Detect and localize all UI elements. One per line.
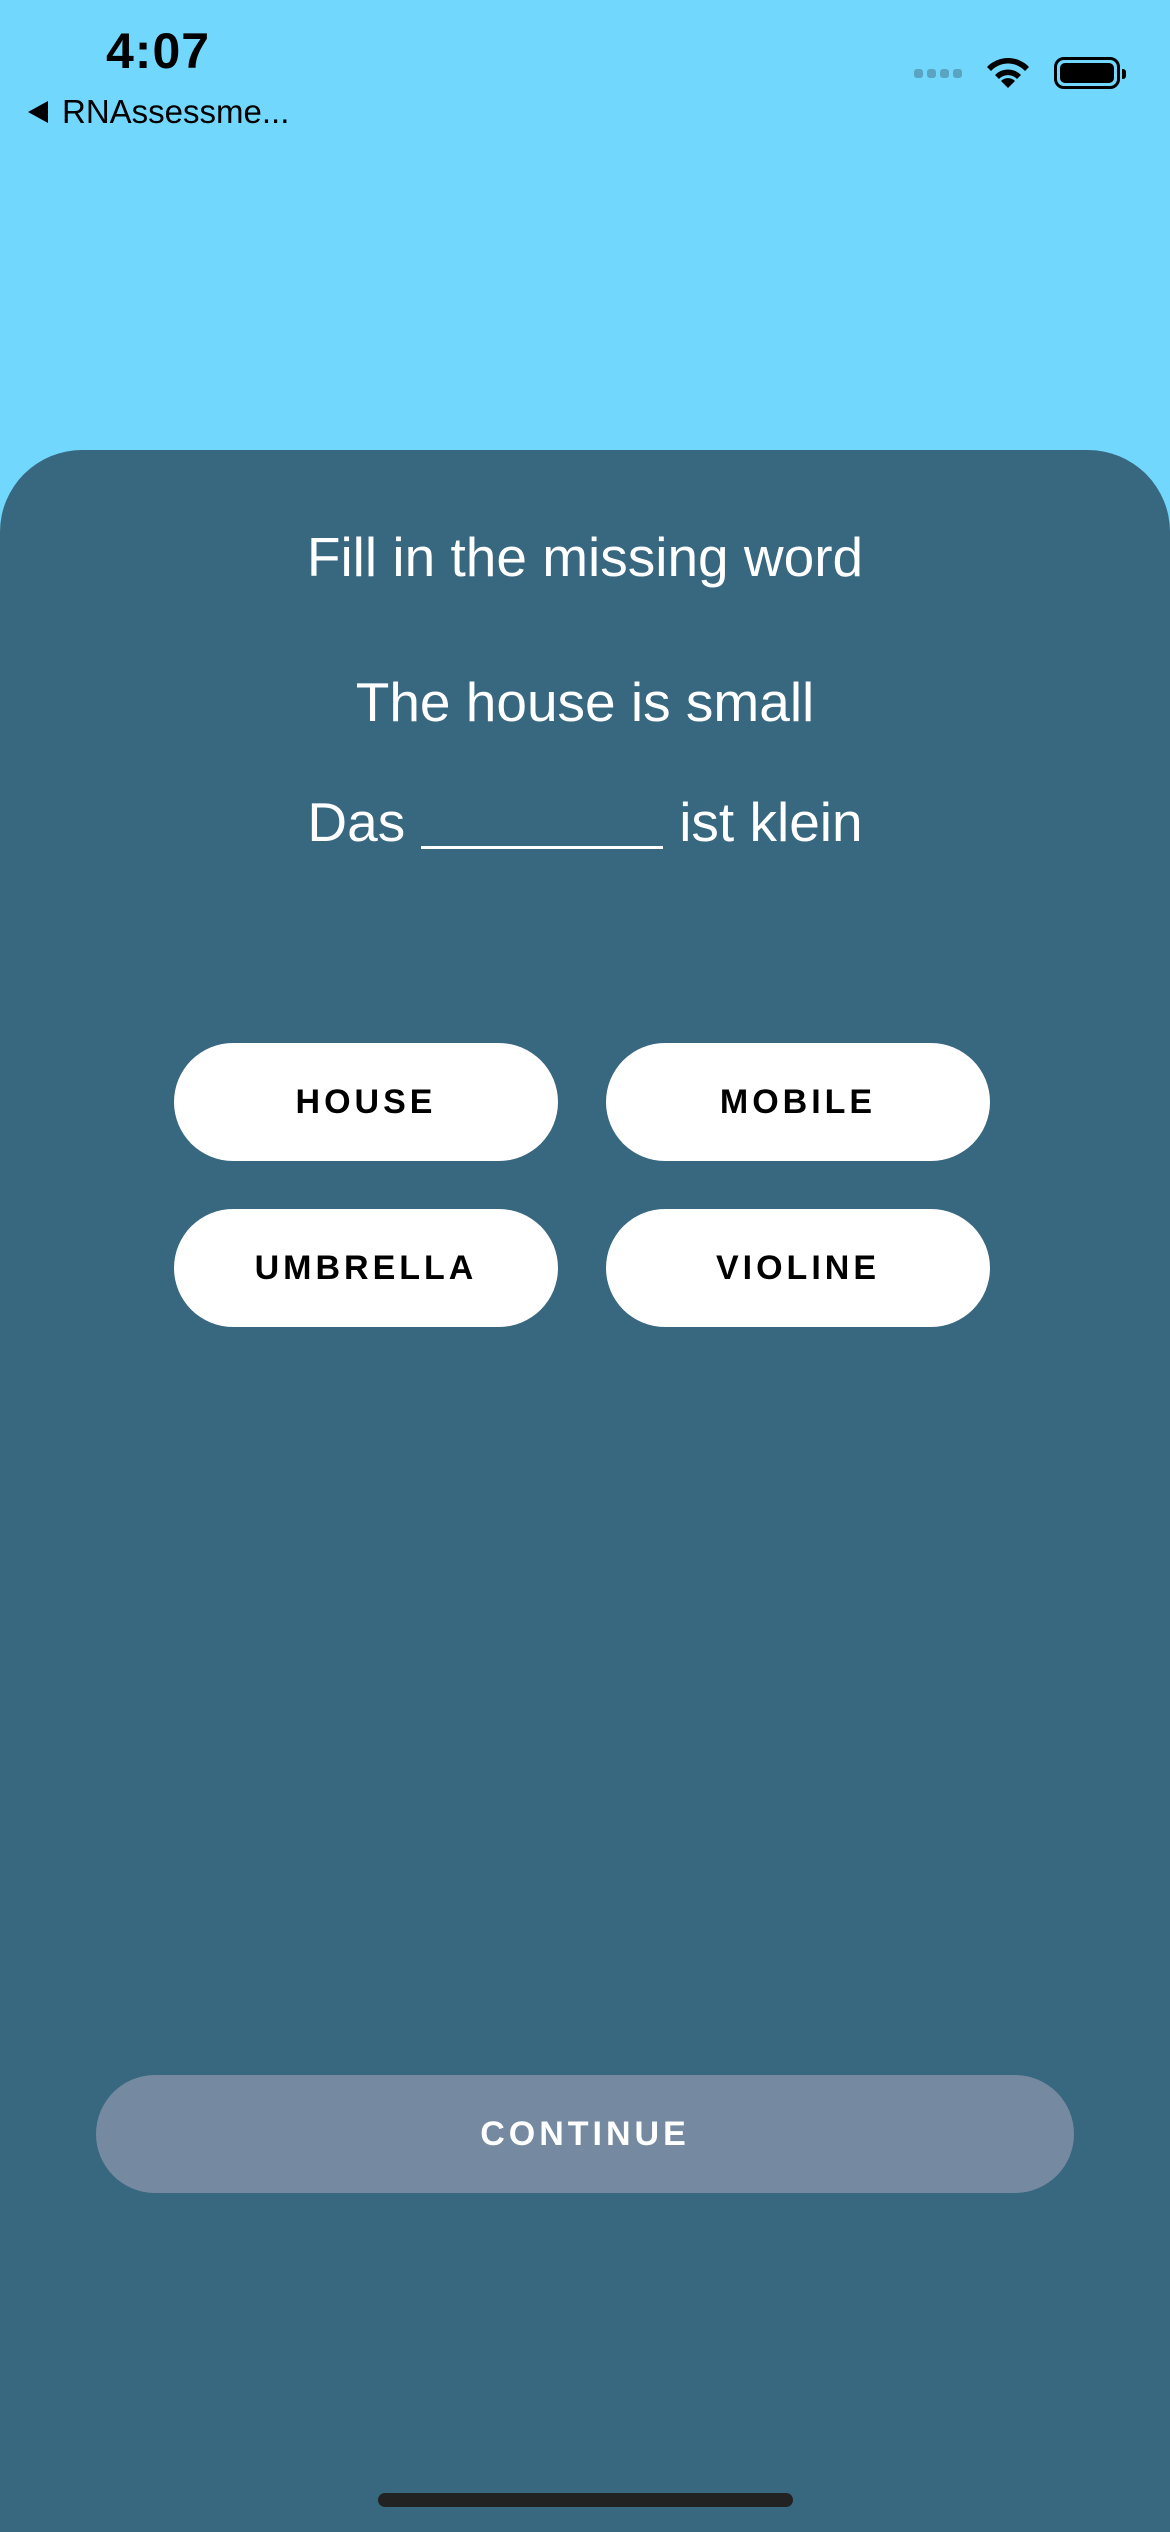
target-after: ist klein (679, 791, 863, 853)
back-app-label: RNAssessme... (62, 93, 290, 130)
continue-button[interactable]: CONTINUE (96, 2075, 1074, 2193)
answer-blank (421, 796, 664, 849)
option-house-button[interactable]: HOUSE (174, 1043, 558, 1161)
option-violine-button[interactable]: VIOLINE (606, 1209, 990, 1327)
option-mobile-button[interactable]: MOBILE (606, 1043, 990, 1161)
back-to-app-button[interactable]: RNAssessme... (28, 92, 289, 132)
target-before: Das (307, 791, 406, 853)
instruction-text: Fill in the missing word (306, 526, 864, 588)
exercise-card: Fill in the missing word The house is sm… (0, 450, 1170, 2532)
home-indicator[interactable] (378, 2493, 793, 2507)
wifi-icon (987, 58, 1029, 88)
signal-icon (914, 68, 966, 78)
target-sentence: Das ist klein (0, 790, 1170, 854)
status-icons (914, 54, 1126, 92)
source-sentence: The house is small (355, 671, 815, 733)
battery-icon (1054, 57, 1126, 89)
back-arrow-icon (28, 101, 48, 123)
option-umbrella-button[interactable]: UMBRELLA (174, 1209, 558, 1327)
status-time: 4:07 (106, 23, 211, 79)
status-bar: 4:07 RNAssessme... (0, 0, 1170, 140)
